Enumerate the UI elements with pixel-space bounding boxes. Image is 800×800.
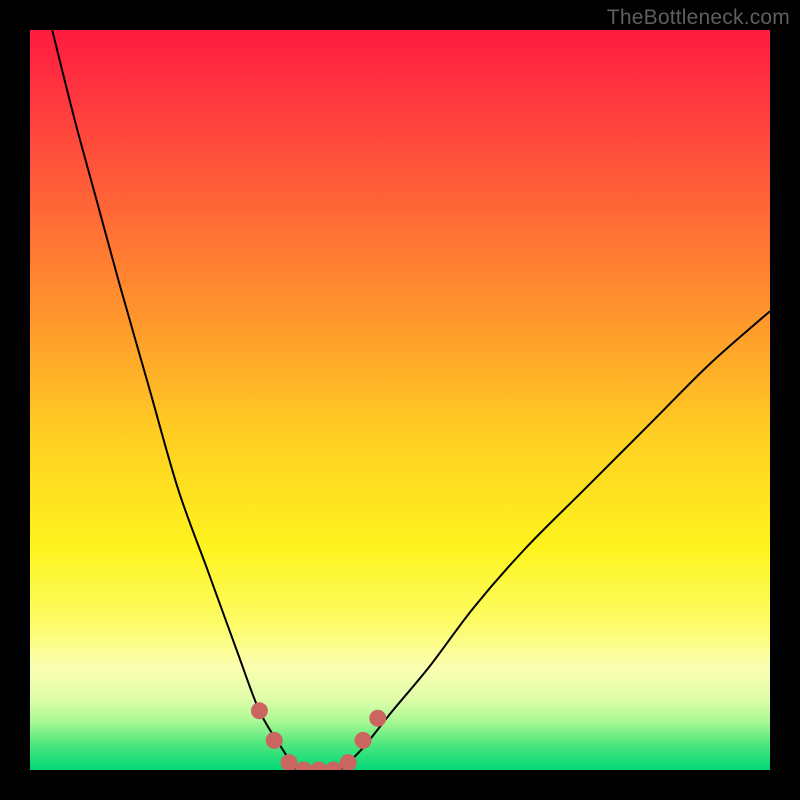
- watermark-text: TheBottleneck.com: [607, 6, 790, 30]
- highlight-marker: [369, 710, 386, 727]
- highlight-marker: [295, 762, 312, 771]
- bottleneck-curve-right: [341, 311, 770, 770]
- bottleneck-curve-left: [52, 30, 296, 770]
- highlight-marker: [355, 732, 372, 749]
- highlight-marker: [310, 762, 327, 771]
- highlight-marker: [325, 762, 342, 771]
- highlight-markers: [251, 702, 386, 770]
- highlight-marker: [281, 754, 298, 770]
- highlight-marker: [251, 702, 268, 719]
- chart-frame: TheBottleneck.com: [0, 0, 800, 800]
- curve-layer: [30, 30, 770, 770]
- highlight-marker: [266, 732, 283, 749]
- plot-area: [30, 30, 770, 770]
